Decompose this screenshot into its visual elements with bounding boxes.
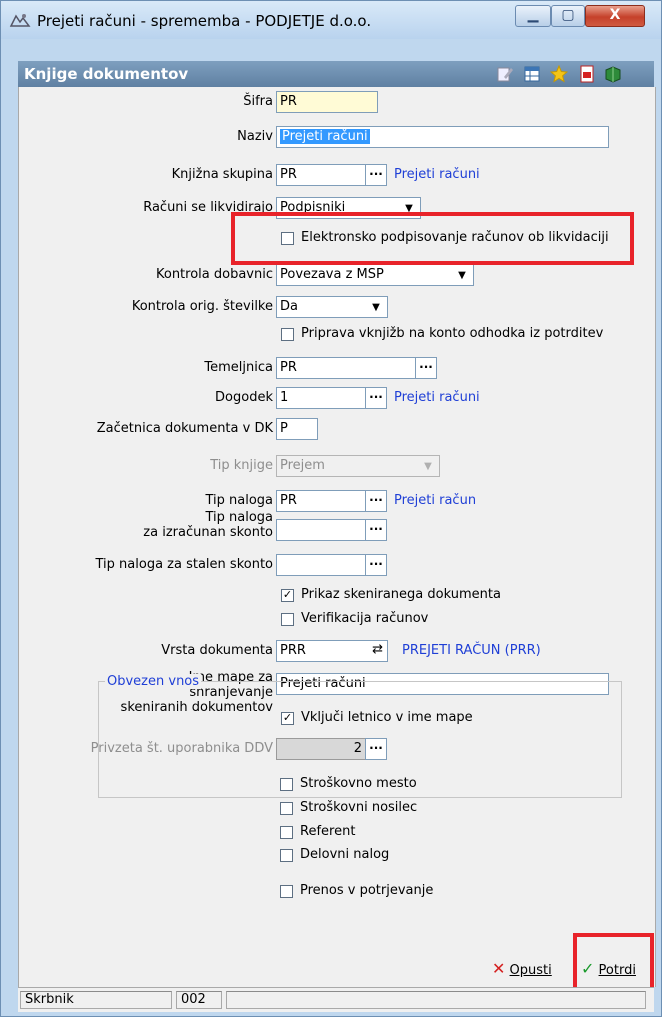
tip-naloga-izracunan-label-line2: za izračunan skonto — [143, 525, 273, 540]
swap-arrows-icon[interactable]: ⇄ — [372, 642, 383, 657]
dogodek-label: Dogodek — [215, 390, 273, 405]
prikaz-label: Prikaz skeniranega dokumenta — [301, 587, 501, 602]
priprava-label: Priprava vknjižb na konto odhodka iz pot… — [301, 326, 604, 341]
zacetnica-field[interactable]: P — [276, 418, 318, 440]
stroskovni-nosilec-label: Stroškovni nosilec — [300, 800, 418, 815]
maximize-button[interactable]: ▢ — [551, 5, 585, 27]
tip-knjige-select: Prejem ▼ — [276, 455, 440, 477]
potrdi-label: Potrdi — [598, 963, 636, 978]
status-bar: Skrbnik 002 — [18, 987, 654, 1012]
potrdi-button[interactable]: ✓ Potrdi — [581, 959, 636, 978]
prikaz-checkbox[interactable]: ✓ — [281, 589, 294, 602]
prenos-checkbox[interactable] — [280, 885, 293, 898]
tip-naloga-stalen-field[interactable] — [276, 554, 366, 576]
grid-icon[interactable] — [523, 65, 541, 83]
tip-naloga-stalen-lookup-button[interactable]: ··· — [365, 554, 387, 576]
close-button[interactable]: X — [585, 5, 645, 27]
naziv-label: Naziv — [237, 129, 273, 144]
window-title: Prejeti računi - sprememba - PODJETJE d.… — [37, 12, 372, 30]
x-icon: ✕ — [492, 959, 506, 978]
highlight-box-elektronsko — [231, 212, 634, 265]
tip-naloga-lookup-button[interactable]: ··· — [365, 490, 387, 512]
tip-knjige-label: Tip knjige — [210, 458, 273, 473]
maximize-icon: ▢ — [561, 7, 575, 23]
kontrola-dobavnic-value: Povezava z MSP — [280, 267, 384, 282]
close-icon: X — [609, 7, 621, 23]
panel-header: Knjige dokumentov — [18, 61, 654, 87]
dogodek-field[interactable]: 1 — [276, 387, 366, 409]
tip-naloga-label: Tip naloga — [205, 493, 273, 508]
naziv-value: Prejeti računi — [280, 129, 370, 144]
knjizna-skupina-link[interactable]: Prejeti računi — [394, 167, 480, 182]
vrsta-dokumenta-field[interactable]: PRR ⇄ — [276, 640, 388, 662]
kontrola-dobavnic-select[interactable]: Povezava z MSP ▼ — [276, 264, 474, 286]
opusti-button[interactable]: ✕ Opusti — [492, 959, 552, 978]
naziv-field[interactable]: Prejeti računi — [276, 126, 609, 148]
vrsta-dokumenta-value: PRR — [280, 643, 306, 658]
vrsta-dokumenta-label: Vrsta dokumenta — [161, 643, 273, 658]
chevron-down-icon: ▼ — [372, 301, 380, 313]
zacetnica-label: Začetnica dokumenta v DK — [96, 421, 273, 436]
referent-label: Referent — [300, 824, 356, 839]
temeljnica-label: Temeljnica — [204, 360, 273, 375]
tip-knjige-value: Prejem — [280, 458, 325, 473]
sifra-field[interactable]: PR — [276, 91, 378, 113]
stroskovni-nosilec-checkbox[interactable] — [280, 802, 293, 815]
panel-title: Knjige dokumentov — [24, 65, 189, 83]
tip-naloga-link[interactable]: Prejeti račun — [394, 493, 476, 508]
verifikacija-checkbox[interactable] — [281, 613, 294, 626]
status-user: Skrbnik — [20, 991, 172, 1009]
knjizna-skupina-field[interactable]: PR — [276, 164, 366, 186]
strosklovno-mesto-checkbox[interactable] — [280, 778, 293, 791]
kontrola-stevilke-label: Kontrola orig. številke — [131, 299, 273, 314]
sifra-label: Šifra — [243, 94, 273, 109]
prenos-label: Prenos v potrjevanje — [300, 883, 434, 898]
delovni-nalog-checkbox[interactable] — [280, 849, 293, 862]
kontrola-dobavnic-label: Kontrola dobavnic — [155, 267, 273, 282]
minimize-icon: ▁ — [527, 7, 539, 23]
tip-naloga-field[interactable]: PR — [276, 490, 366, 512]
referent-checkbox[interactable] — [280, 826, 293, 839]
pdf-icon[interactable] — [578, 65, 596, 83]
knjizna-skupina-lookup-button[interactable]: ··· — [365, 164, 387, 186]
status-code: 002 — [176, 991, 222, 1009]
stroskovno-mesto-label: Stroškovno mesto — [300, 776, 417, 791]
chevron-down-icon: ▼ — [458, 269, 466, 281]
tip-naloga-stalen-label: Tip naloga za stalen skonto — [95, 557, 273, 572]
vrsta-dokumenta-link[interactable]: PREJETI RAČUN (PRR) — [402, 643, 541, 658]
dogodek-lookup-button[interactable]: ··· — [365, 387, 387, 409]
edit-icon[interactable] — [496, 65, 514, 83]
obvezen-vnos-title: Obvezen vnos — [105, 674, 202, 689]
chevron-down-icon: ▼ — [424, 460, 432, 472]
status-empty — [226, 991, 646, 1009]
tip-naloga-izracunan-field[interactable] — [276, 519, 366, 541]
app-icon — [9, 14, 31, 27]
star-icon[interactable] — [550, 65, 568, 83]
tip-naloga-izracunan-label-line1: Tip naloga — [205, 510, 273, 525]
book-icon[interactable] — [604, 65, 622, 83]
delovni-nalog-label: Delovni nalog — [300, 847, 390, 862]
tip-naloga-izracunan-label: Tip naloga za izračunan skonto — [143, 510, 273, 540]
priprava-checkbox[interactable] — [281, 328, 294, 341]
tip-naloga-izracunan-lookup-button[interactable]: ··· — [365, 519, 387, 541]
opusti-label: Opusti — [509, 963, 552, 978]
dogodek-link[interactable]: Prejeti računi — [394, 390, 480, 405]
temeljnica-lookup-button[interactable]: ··· — [415, 357, 437, 379]
checkmark-icon: ✓ — [581, 959, 595, 978]
minimize-button[interactable]: ▁ — [515, 5, 551, 27]
title-bar[interactable]: Prejeti računi - sprememba - PODJETJE d.… — [1, 1, 661, 39]
application-window: Prejeti računi - sprememba - PODJETJE d.… — [0, 0, 662, 1017]
knjizna-skupina-label: Knjižna skupina — [171, 167, 273, 182]
kontrola-stevilke-select[interactable]: Da ▼ — [276, 296, 388, 318]
temeljnica-field[interactable]: PR — [276, 357, 416, 379]
verifikacija-label: Verifikacija računov — [301, 611, 429, 626]
kontrola-stevilke-value: Da — [280, 299, 298, 314]
